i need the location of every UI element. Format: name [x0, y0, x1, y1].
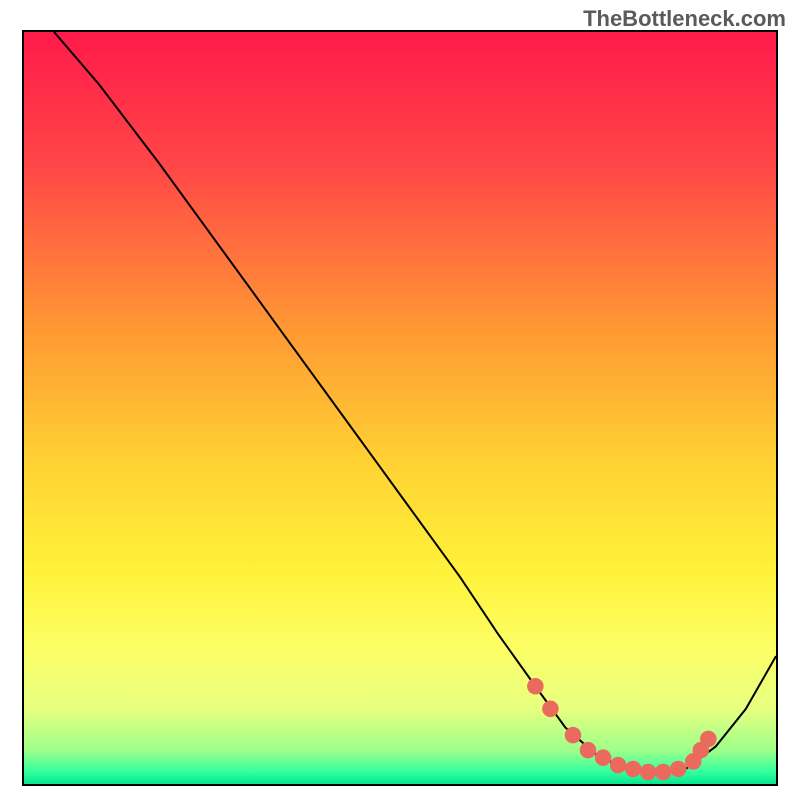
chart-plot-area — [22, 30, 778, 786]
watermark-text: TheBottleneck.com — [583, 6, 786, 32]
optimal-range-dots — [24, 32, 776, 784]
